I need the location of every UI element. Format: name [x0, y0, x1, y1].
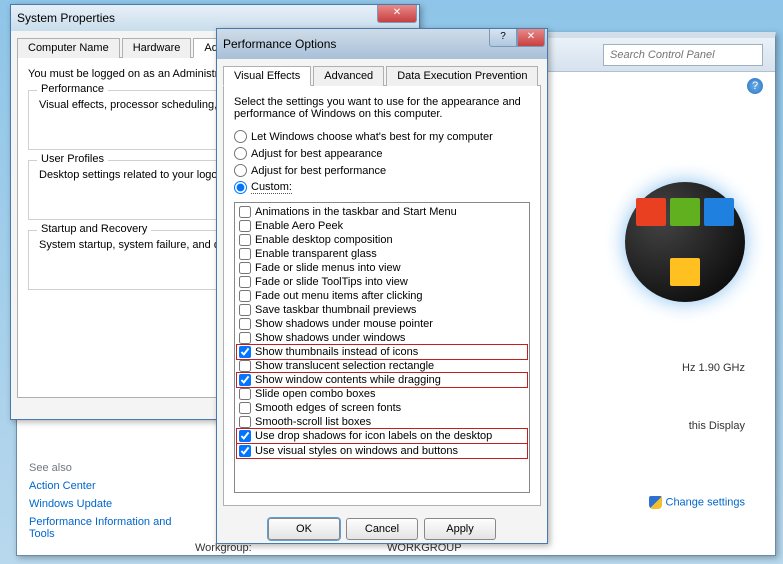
- effect-label: Use visual styles on windows and buttons: [255, 445, 458, 457]
- effect-label: Show thumbnails instead of icons: [255, 346, 418, 358]
- tab-hardware[interactable]: Hardware: [122, 38, 192, 58]
- effect-checkbox[interactable]: [239, 220, 251, 232]
- effect-label: Enable Aero Peek: [255, 220, 343, 232]
- tab-computer-name[interactable]: Computer Name: [17, 38, 120, 58]
- help-button[interactable]: ?: [489, 29, 517, 47]
- radio-custom[interactable]: Custom:: [234, 181, 530, 194]
- performance-options-window: Performance Options ? ✕ Visual Effects A…: [216, 28, 548, 544]
- cpu-info: Hz 1.90 GHz: [682, 362, 745, 374]
- group-title: User Profiles: [37, 153, 108, 165]
- close-button[interactable]: ✕: [377, 5, 417, 23]
- close-button[interactable]: ✕: [517, 29, 545, 47]
- effect-item[interactable]: Animations in the taskbar and Start Menu: [237, 205, 527, 219]
- effect-checkbox[interactable]: [239, 430, 251, 442]
- tabpage-visual-effects: Select the settings you want to use for …: [223, 86, 541, 506]
- effect-item[interactable]: Show thumbnails instead of icons: [236, 344, 528, 360]
- effect-item[interactable]: Smooth edges of screen fonts: [237, 401, 527, 415]
- effect-item[interactable]: Show window contents while dragging: [236, 372, 528, 388]
- effects-listbox[interactable]: Animations in the taskbar and Start Menu…: [234, 202, 530, 493]
- description: Select the settings you want to use for …: [234, 96, 530, 120]
- effect-label: Show window contents while dragging: [255, 374, 441, 386]
- tab-dep[interactable]: Data Execution Prevention: [386, 66, 538, 86]
- radio-best-appearance[interactable]: Adjust for best appearance: [234, 147, 530, 160]
- effect-label: Fade out menu items after clicking: [255, 290, 423, 302]
- cancel-button[interactable]: Cancel: [346, 518, 418, 540]
- effect-label: Smooth edges of screen fonts: [255, 402, 401, 414]
- radio-label: Adjust for best appearance: [251, 148, 382, 160]
- ok-button[interactable]: OK: [268, 518, 340, 540]
- effect-label: Show shadows under mouse pointer: [255, 318, 433, 330]
- effect-label: Fade or slide ToolTips into view: [255, 276, 408, 288]
- display-info: this Display: [689, 420, 745, 432]
- group-title: Performance: [37, 83, 108, 95]
- sidebar-link-windows-update[interactable]: Windows Update: [29, 498, 175, 510]
- effect-checkbox[interactable]: [239, 276, 251, 288]
- apply-button[interactable]: Apply: [424, 518, 496, 540]
- effect-label: Enable desktop composition: [255, 234, 393, 246]
- effect-item[interactable]: Use visual styles on windows and buttons: [236, 443, 528, 459]
- effect-checkbox[interactable]: [239, 360, 251, 372]
- radio-label: Adjust for best performance: [251, 165, 386, 177]
- window-title: System Properties: [17, 11, 115, 25]
- tab-advanced[interactable]: Advanced: [313, 66, 384, 86]
- effect-checkbox[interactable]: [239, 262, 251, 274]
- radio-best-performance[interactable]: Adjust for best performance: [234, 164, 530, 177]
- effect-label: Show translucent selection rectangle: [255, 360, 434, 372]
- help-icon[interactable]: ?: [747, 78, 763, 94]
- effect-item[interactable]: Fade or slide menus into view: [237, 261, 527, 275]
- tabstrip: Visual Effects Advanced Data Execution P…: [223, 65, 541, 86]
- effect-label: Enable transparent glass: [255, 248, 377, 260]
- dialog-buttons: OK Cancel Apply: [217, 512, 547, 546]
- effect-checkbox[interactable]: [239, 248, 251, 260]
- effect-item[interactable]: Show translucent selection rectangle: [237, 359, 527, 373]
- shield-icon: [649, 496, 662, 509]
- effect-item[interactable]: Smooth-scroll list boxes: [237, 415, 527, 429]
- effect-checkbox[interactable]: [239, 234, 251, 246]
- effect-item[interactable]: Show shadows under windows: [237, 331, 527, 345]
- group-title: Startup and Recovery: [37, 223, 151, 235]
- search-input[interactable]: [603, 44, 763, 66]
- effect-item[interactable]: Use drop shadows for icon labels on the …: [236, 428, 528, 444]
- effect-checkbox[interactable]: [239, 445, 251, 457]
- effect-item[interactable]: Save taskbar thumbnail previews: [237, 303, 527, 317]
- effect-item[interactable]: Slide open combo boxes: [237, 387, 527, 401]
- windows-logo-icon: [625, 182, 745, 302]
- tab-visual-effects[interactable]: Visual Effects: [223, 66, 311, 86]
- effect-item[interactable]: Enable desktop composition: [237, 233, 527, 247]
- change-settings-link[interactable]: Change settings: [649, 496, 746, 509]
- change-settings-label: Change settings: [666, 496, 746, 508]
- effect-label: Show shadows under windows: [255, 332, 405, 344]
- effect-checkbox[interactable]: [239, 402, 251, 414]
- effect-checkbox[interactable]: [239, 346, 251, 358]
- see-also-heading: See also: [29, 462, 175, 474]
- sidebar-link-action-center[interactable]: Action Center: [29, 480, 175, 492]
- effect-item[interactable]: Enable Aero Peek: [237, 219, 527, 233]
- effect-item[interactable]: Fade or slide ToolTips into view: [237, 275, 527, 289]
- effect-label: Fade or slide menus into view: [255, 262, 401, 274]
- effect-checkbox[interactable]: [239, 304, 251, 316]
- effect-item[interactable]: Show shadows under mouse pointer: [237, 317, 527, 331]
- radio-let-windows[interactable]: Let Windows choose what's best for my co…: [234, 130, 530, 143]
- effect-label: Slide open combo boxes: [255, 388, 375, 400]
- effect-item[interactable]: Fade out menu items after clicking: [237, 289, 527, 303]
- radio-label: Let Windows choose what's best for my co…: [251, 131, 493, 143]
- window-title: Performance Options: [223, 37, 336, 51]
- effect-checkbox[interactable]: [239, 374, 251, 386]
- effect-label: Animations in the taskbar and Start Menu: [255, 206, 457, 218]
- effect-checkbox[interactable]: [239, 416, 251, 428]
- effect-checkbox[interactable]: [239, 318, 251, 330]
- radio-label: Custom:: [251, 181, 292, 194]
- effect-checkbox[interactable]: [239, 206, 251, 218]
- effect-checkbox[interactable]: [239, 290, 251, 302]
- effect-checkbox[interactable]: [239, 332, 251, 344]
- titlebar[interactable]: Performance Options ? ✕: [217, 29, 547, 59]
- effect-label: Smooth-scroll list boxes: [255, 416, 371, 428]
- sidebar-link-perf-info-tools[interactable]: Performance Information and Tools: [29, 516, 175, 540]
- effect-label: Use drop shadows for icon labels on the …: [255, 430, 492, 442]
- effect-item[interactable]: Enable transparent glass: [237, 247, 527, 261]
- effect-label: Save taskbar thumbnail previews: [255, 304, 416, 316]
- effect-checkbox[interactable]: [239, 388, 251, 400]
